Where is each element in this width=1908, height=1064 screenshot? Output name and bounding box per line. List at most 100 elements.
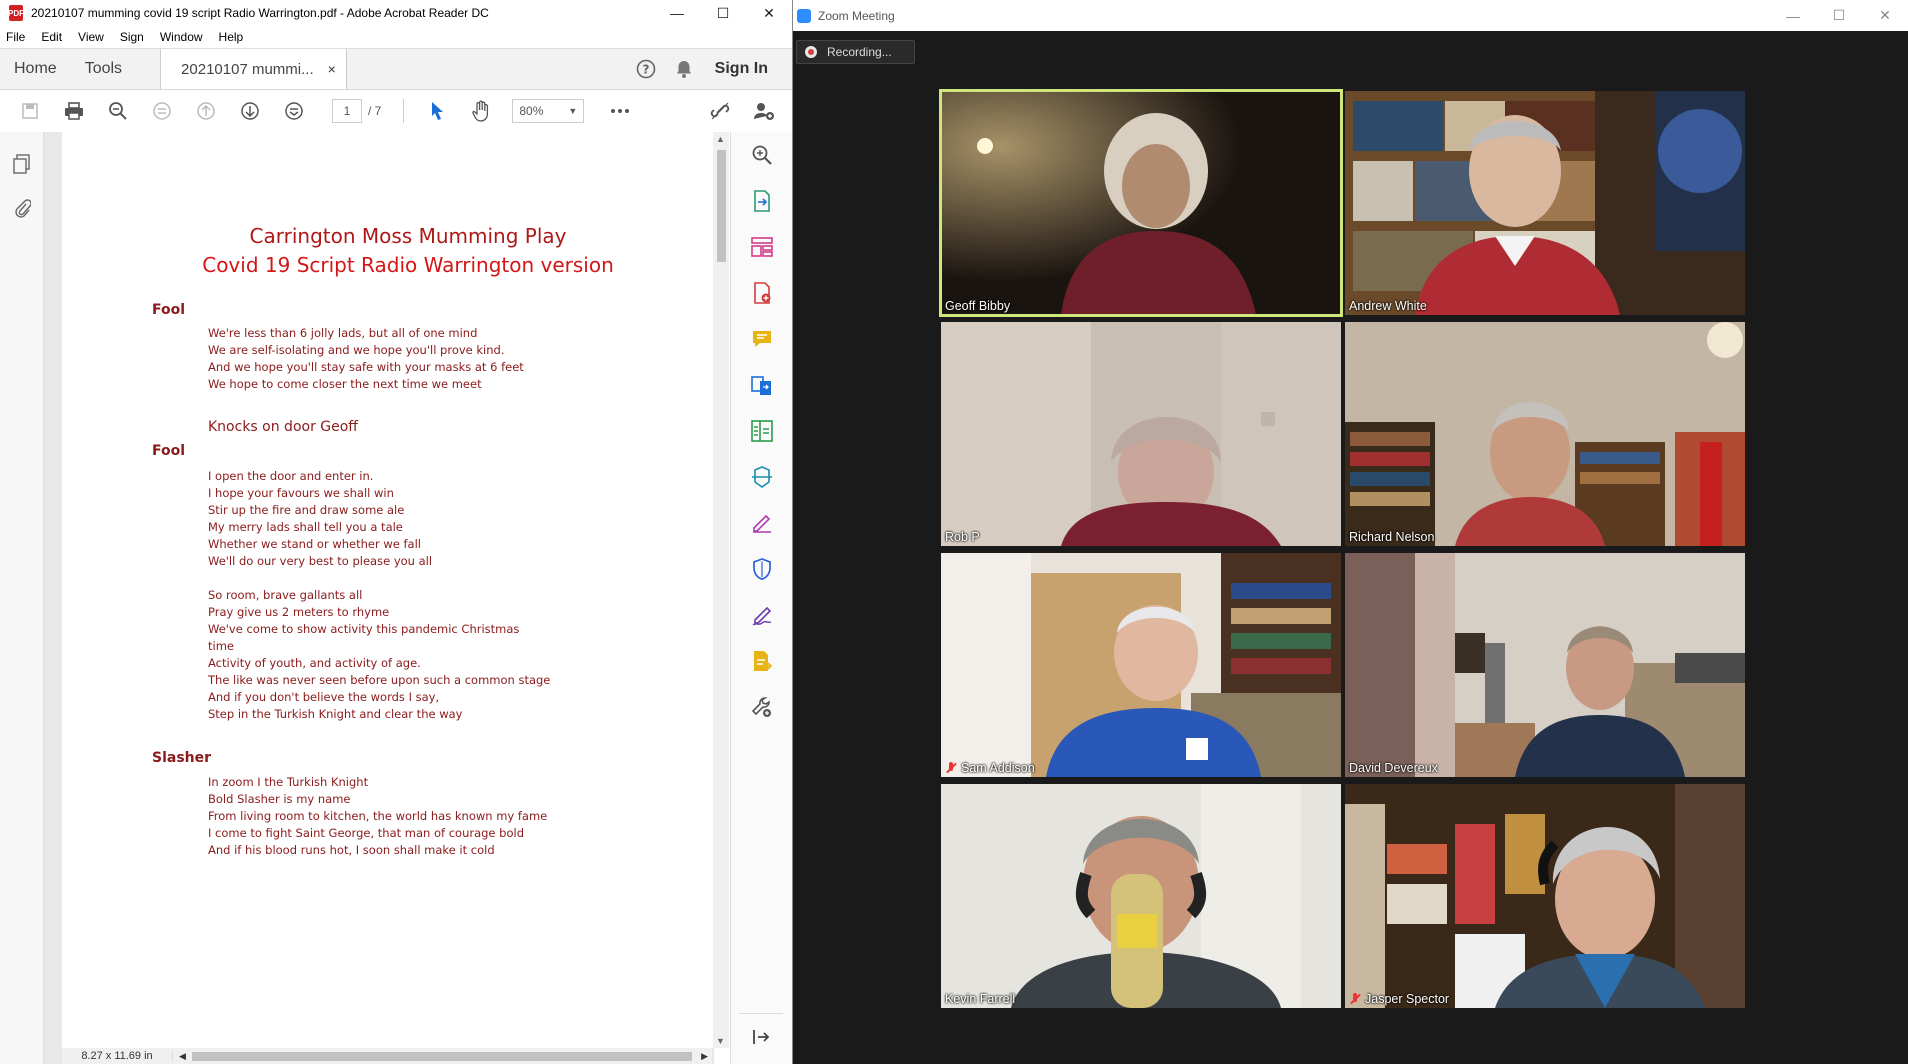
document-tab[interactable]: 20210107 mummi... × <box>160 49 347 89</box>
scan-ocr-icon[interactable] <box>731 454 792 500</box>
video-tile-richard-nelson[interactable]: Richard Nelson <box>1345 322 1745 546</box>
select-cursor-icon[interactable] <box>416 101 460 121</box>
script-line: We're less than 6 jolly lads, but all of… <box>208 326 478 340</box>
minimize-button[interactable]: — <box>654 0 700 26</box>
script-line: Pray give us 2 meters to rhyme <box>208 605 390 619</box>
zoom-minimize-button[interactable]: — <box>1770 0 1816 31</box>
menu-file[interactable]: File <box>6 30 25 44</box>
speaker-name: Slasher <box>152 750 212 766</box>
acrobat-window: PDF 20210107 mumming covid 19 script Rad… <box>0 0 793 1064</box>
document-tab-label: 20210107 mummi... <box>181 60 314 78</box>
close-tab-button[interactable]: × <box>328 61 336 77</box>
menu-window[interactable]: Window <box>160 30 203 44</box>
page-thumbnails-icon[interactable] <box>0 142 43 186</box>
page-number-input[interactable]: 1 <box>332 99 362 123</box>
participant-name: Jasper Spector <box>1349 992 1449 1006</box>
scroll-mode-icon[interactable] <box>272 101 316 121</box>
video-tile-sam-addison[interactable]: Sam Addison <box>941 553 1341 777</box>
participant-name: Rob P <box>945 530 980 544</box>
participant-video <box>941 91 1341 315</box>
zoom-window-title: Zoom Meeting <box>818 8 895 23</box>
script-line: We've come to show activity this pandemi… <box>208 622 520 636</box>
menu-sign[interactable]: Sign <box>120 30 144 44</box>
participant-video <box>941 553 1341 777</box>
script-line: We are self-isolating and we hope you'll… <box>208 343 505 357</box>
create-pdf-icon[interactable] <box>731 270 792 316</box>
maximize-button[interactable]: ☐ <box>700 0 746 26</box>
zoom-close-button[interactable]: ✕ <box>1862 0 1908 31</box>
protect-shield-icon[interactable] <box>731 546 792 592</box>
compress-pdf-icon[interactable] <box>731 408 792 454</box>
scroll-right-arrow[interactable]: ▶ <box>701 1051 708 1062</box>
script-line: And if his blood runs hot, I soon shall … <box>208 843 495 857</box>
participant-video <box>1345 784 1745 1008</box>
video-tile-geoff-bibby[interactable]: Geoff Bibby <box>939 89 1343 317</box>
recording-indicator[interactable]: Recording... <box>796 40 915 64</box>
participant-video <box>941 784 1341 1008</box>
expand-pane-icon[interactable] <box>739 1013 783 1060</box>
script-line: My merry lads shall tell you a tale <box>208 520 403 534</box>
menu-edit[interactable]: Edit <box>41 30 62 44</box>
acrobat-menubar: File Edit View Sign Window Help <box>0 26 792 48</box>
send-for-review-icon[interactable] <box>731 638 792 684</box>
print-icon[interactable] <box>52 102 96 120</box>
close-window-button[interactable]: ✕ <box>746 0 792 26</box>
script-line: Bold Slasher is my name <box>208 792 351 806</box>
request-signature-icon[interactable] <box>731 592 792 638</box>
acrobat-window-title: 20210107 mumming covid 19 script Radio W… <box>31 6 489 20</box>
export-pdf-icon[interactable] <box>731 178 792 224</box>
add-user-icon[interactable] <box>742 101 786 121</box>
next-page-icon[interactable] <box>228 101 272 121</box>
hand-tool-icon[interactable] <box>460 100 504 122</box>
muted-mic-icon <box>1349 993 1361 1005</box>
video-tile-andrew-white[interactable]: Andrew White <box>1345 91 1745 315</box>
record-icon <box>805 46 817 58</box>
pdf-page: Carrington Moss Mumming Play Covid 19 Sc… <box>62 132 754 1048</box>
attachment-icon[interactable] <box>0 186 43 230</box>
script-line: Step in the Turkish Knight and clear the… <box>208 707 463 721</box>
script-line: time <box>208 639 234 653</box>
scroll-up-arrow[interactable]: ▲ <box>716 134 725 144</box>
zoom-out-search-icon[interactable] <box>96 101 140 121</box>
fit-page-icon[interactable] <box>140 101 184 121</box>
previous-page-icon[interactable] <box>184 101 228 121</box>
video-tile-kevin-farrell[interactable]: Kevin Farrell <box>941 784 1341 1008</box>
participant-name: Kevin Farrell <box>945 992 1016 1006</box>
home-tab[interactable]: Home <box>0 49 71 89</box>
document-title: Carrington Moss Mumming Play <box>249 224 567 248</box>
participant-video <box>1345 553 1745 777</box>
participant-name: Richard Nelson <box>1349 530 1435 544</box>
zoom-level-select[interactable]: 80% ▼ <box>512 99 585 123</box>
sign-in-button[interactable]: Sign In <box>703 49 792 89</box>
share-link-icon[interactable] <box>698 101 742 121</box>
zoom-maximize-button[interactable]: ☐ <box>1816 0 1862 31</box>
organize-pages-icon[interactable] <box>731 224 792 270</box>
scrollbar-thumb[interactable] <box>717 150 726 262</box>
script-line: So room, brave gallants all <box>208 588 363 602</box>
fill-sign-icon[interactable] <box>731 500 792 546</box>
vertical-scrollbar[interactable]: ▲ ▼ <box>713 132 729 1048</box>
comment-icon[interactable] <box>731 316 792 362</box>
menu-help[interactable]: Help <box>219 30 244 44</box>
zoom-search-icon[interactable] <box>731 132 792 178</box>
save-icon[interactable] <box>8 102 52 120</box>
speaker-name: Fool <box>152 302 186 318</box>
horizontal-scrollbar[interactable]: 8.27 x 11.69 in ◀ ▶ <box>62 1048 712 1064</box>
bell-icon[interactable] <box>665 49 703 89</box>
scroll-down-arrow[interactable]: ▼ <box>716 1036 725 1046</box>
more-tools-wrench-icon[interactable] <box>731 684 792 730</box>
tools-tab[interactable]: Tools <box>71 49 136 89</box>
video-tile-david-devereux[interactable]: David Devereux <box>1345 553 1745 777</box>
chevron-down-icon: ▼ <box>568 106 578 116</box>
horizontal-scrollbar-thumb[interactable] <box>192 1052 692 1061</box>
help-icon[interactable]: ? <box>627 49 665 89</box>
more-tools-icon[interactable] <box>598 108 642 114</box>
scroll-left-arrow[interactable]: ◀ <box>179 1051 186 1062</box>
combine-files-icon[interactable] <box>731 362 792 408</box>
svg-text:?: ? <box>642 63 649 77</box>
video-tile-jasper-spector[interactable]: Jasper Spector <box>1345 784 1745 1008</box>
menu-view[interactable]: View <box>78 30 104 44</box>
video-tile-rob-p[interactable]: Rob P <box>941 322 1341 546</box>
participant-video <box>941 322 1341 546</box>
participant-name: Sam Addison <box>945 761 1035 775</box>
